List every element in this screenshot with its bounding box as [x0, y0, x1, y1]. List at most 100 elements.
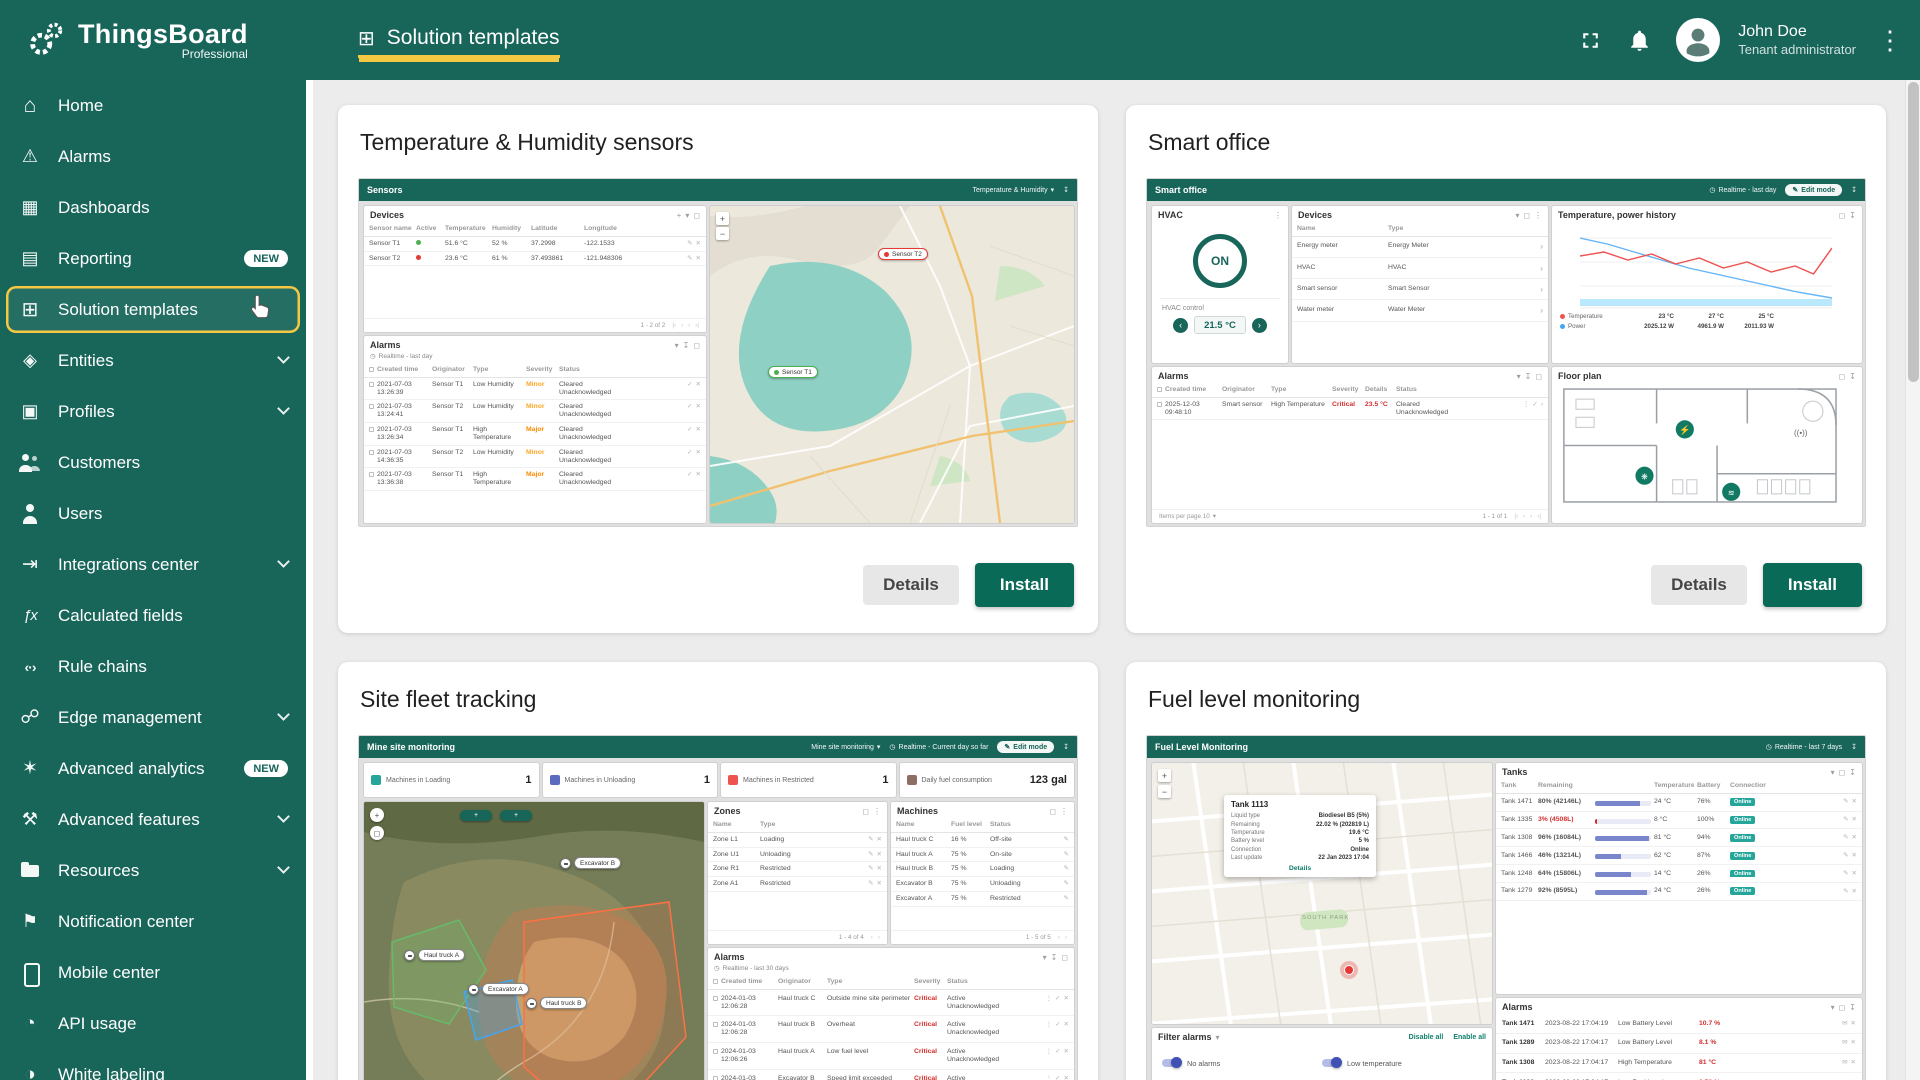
table-header: Created time Originator Type Severity St…: [708, 975, 1074, 990]
fuel-level-bar: [1595, 819, 1651, 824]
sidebar-item[interactable]: Mobile center: [0, 947, 306, 998]
dropdown-icon: [1831, 1003, 1835, 1012]
ack-icon: [687, 426, 692, 433]
sidebar-item-label: Notification center: [58, 912, 194, 932]
map-layers-button: [370, 826, 384, 840]
top-bar: ThingsBoard Professional Solution templa…: [0, 0, 1920, 80]
template-preview: Smart office Realtime - last day Edit mo…: [1146, 178, 1866, 527]
edit-icon: [1064, 895, 1069, 902]
table-header: Name Type: [708, 818, 887, 833]
more-icon: [1046, 995, 1053, 1002]
checkbox: [713, 1022, 718, 1027]
alarm-row: 2021-07-03 14:36:35 Sensor T2 Low Humidi…: [364, 446, 706, 469]
clear-icon: [696, 471, 701, 478]
edit-icon: [1843, 888, 1848, 895]
sidebar-item[interactable]: Solution templates: [6, 286, 300, 333]
more-menu-button[interactable]: ⋮: [1880, 25, 1900, 56]
checkbox: [369, 404, 374, 409]
map-widget: Sensor T2 Sensor T1: [710, 206, 1074, 523]
delete-icon: [1852, 888, 1857, 895]
edit-icon: [687, 255, 692, 262]
clear-icon: [696, 426, 701, 433]
panel-icons: [1274, 211, 1282, 220]
device-row: HVAC HVAC ›: [1292, 258, 1548, 279]
sidebar-item[interactable]: Dashboards: [0, 182, 306, 233]
sidebar-item-label: Calculated fields: [58, 606, 183, 626]
install-button[interactable]: Install: [975, 563, 1074, 607]
stat-card: Machines in Loading 1: [364, 763, 539, 797]
details-button[interactable]: Details: [863, 565, 959, 605]
clear-icon: [1064, 995, 1069, 1002]
sidebar-item[interactable]: Entities: [0, 335, 306, 386]
alarm-row: 2021-07-03 13:26:39 Sensor T1 Low Humidi…: [364, 378, 706, 401]
sidebar-item[interactable]: Advanced features: [0, 794, 306, 845]
sidebar-item[interactable]: Integrations center: [0, 539, 306, 590]
connection-badge: Online: [1730, 887, 1755, 895]
install-button[interactable]: Install: [1763, 563, 1862, 607]
tank-row: Tank 1279 92% (8595L) 24 °C 26% Online: [1496, 883, 1862, 901]
checkbox: [713, 1049, 718, 1054]
dropdown-icon: [1517, 372, 1521, 381]
preview-dashboard-header: Mine site monitoring Mine site monitorin…: [359, 736, 1077, 758]
floor-plan-panel: Floor plan: [1552, 367, 1862, 523]
time-window: Realtime - last day: [1709, 186, 1776, 194]
sidebar-item[interactable]: Edge management: [0, 692, 306, 743]
clear-icon: [1064, 1075, 1069, 1080]
sidebar-item-label: Mobile center: [58, 963, 160, 983]
sidebar-item[interactable]: API usage: [0, 998, 306, 1049]
sidebar-item[interactable]: Notification center: [0, 896, 306, 947]
sidebar-scrollbar[interactable]: [306, 80, 313, 1080]
sidebar-item[interactable]: Resources: [0, 845, 306, 896]
clock-icon: [370, 352, 376, 360]
connection-badge: Online: [1730, 816, 1755, 824]
sidebar: Home Alarms Dashboards Reporting NEW Sol…: [0, 80, 306, 1080]
vertical-scrollbar[interactable]: [1905, 80, 1920, 1080]
machines-panel: Machines Name Fuel level Status Haul tru…: [891, 802, 1074, 944]
card-title: Smart office: [1148, 129, 1864, 156]
chevron-down-icon: [277, 810, 290, 823]
sidebar-item[interactable]: White labeling: [0, 1049, 306, 1080]
download-icon: [1851, 743, 1857, 751]
delete-icon: [877, 851, 882, 858]
connection-badge: Online: [1730, 852, 1755, 860]
sidebar-item[interactable]: Alarms: [0, 131, 306, 182]
details-button[interactable]: Details: [1651, 565, 1747, 605]
notify-icon: [1842, 1020, 1847, 1027]
sidebar-item[interactable]: Users: [0, 488, 306, 539]
scrollbar-thumb[interactable]: [1908, 82, 1919, 382]
solution-templates-icon: [18, 298, 42, 322]
download-icon: [1849, 768, 1856, 777]
sidebar-item[interactable]: Rule chains: [0, 641, 306, 692]
dropdown-icon: [1051, 186, 1055, 194]
preview-dashboard-header: Sensors Temperature & Humidity: [359, 179, 1077, 201]
tank-row: Tank 1308 96% (16084L) 81 °C 94% Online: [1496, 829, 1862, 847]
sidebar-item[interactable]: Advanced analytics NEW: [0, 743, 306, 794]
edit-icon: [1792, 186, 1798, 194]
svg-text:❋: ❋: [1641, 472, 1648, 481]
clear-icon: [696, 403, 701, 410]
edit-icon: [1004, 743, 1010, 751]
user-avatar[interactable]: [1676, 18, 1720, 62]
sidebar-item-label: Home: [58, 96, 103, 116]
sidebar-item[interactable]: Customers: [0, 437, 306, 488]
clear-icon: [1851, 1020, 1856, 1027]
edit-mode-button: Edit mode: [997, 741, 1054, 753]
fullscreen-icon: [1061, 953, 1068, 962]
thingsboard-logo[interactable]: ThingsBoard Professional: [0, 17, 306, 63]
sidebar-item[interactable]: Reporting NEW: [0, 233, 306, 284]
users-icon: [18, 502, 42, 526]
table-header: Created time Originator Type Severity De…: [1152, 383, 1548, 398]
fullscreen-icon: [1839, 1003, 1846, 1012]
panel-icons: [1831, 768, 1856, 777]
ack-icon: [1055, 1075, 1060, 1080]
notifications-bell-button[interactable]: [1627, 28, 1652, 53]
fullscreen-icon: [862, 807, 869, 816]
sidebar-item[interactable]: Home: [0, 80, 306, 131]
map-add-marker-button: [500, 810, 532, 821]
sidebar-item[interactable]: Profiles: [0, 386, 306, 437]
sidebar-item[interactable]: Calculated fields: [0, 590, 306, 641]
panel-icons: [1043, 953, 1068, 962]
stat-card: Machines in Restricted 1: [721, 763, 896, 797]
fullscreen-button[interactable]: [1578, 28, 1603, 53]
enable-all-link: Enable all: [1453, 1034, 1486, 1041]
